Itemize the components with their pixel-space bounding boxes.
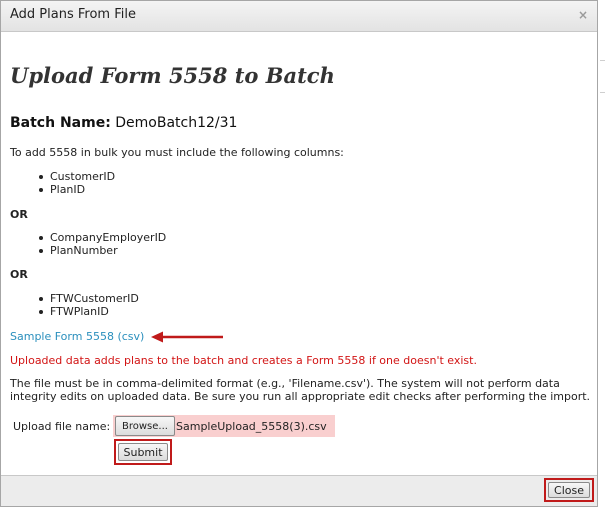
close-icon[interactable]: × xyxy=(578,8,588,22)
selected-file-name: SampleUpload_5558(3).csv xyxy=(176,420,327,433)
warning-text: Uploaded data adds plans to the batch an… xyxy=(10,354,477,367)
submit-highlight-frame: Submit xyxy=(114,439,172,465)
or-separator-1: OR xyxy=(10,208,28,221)
close-button[interactable]: Close xyxy=(548,482,590,498)
dialog-footer: Close xyxy=(1,475,597,506)
batch-name-label: Batch Name: xyxy=(10,115,111,131)
format-note: The file must be in comma-delimited form… xyxy=(10,377,591,403)
column-list-1: CustomerID PlanID xyxy=(39,170,115,196)
page-title: Upload Form 5558 to Batch xyxy=(10,63,335,88)
dialog-titlebar: Add Plans From File × xyxy=(1,1,597,32)
list-item: FTWPlanID xyxy=(39,305,139,318)
dialog-title: Add Plans From File xyxy=(10,7,136,22)
batch-name: Batch Name: DemoBatch12/31 xyxy=(10,115,237,131)
close-highlight-frame: Close xyxy=(544,478,594,502)
add-plans-dialog: Add Plans From File × Upload Form 5558 t… xyxy=(0,0,598,507)
instructions-text: To add 5558 in bulk you must include the… xyxy=(10,146,344,159)
browse-button[interactable]: Browse... xyxy=(115,416,175,436)
or-separator-2: OR xyxy=(10,268,28,281)
list-item: FTWCustomerID xyxy=(39,292,139,305)
sample-form-link[interactable]: Sample Form 5558 (csv) xyxy=(10,330,144,343)
column-list-2: CompanyEmployerID PlanNumber xyxy=(39,231,166,257)
background-page-edge xyxy=(599,0,605,510)
list-item: CustomerID xyxy=(39,170,115,183)
left-arrow-icon xyxy=(151,331,223,343)
list-item: PlanNumber xyxy=(39,244,166,257)
column-list-3: FTWCustomerID FTWPlanID xyxy=(39,292,139,318)
submit-button[interactable]: Submit xyxy=(118,443,168,461)
list-item: CompanyEmployerID xyxy=(39,231,166,244)
batch-name-value: DemoBatch12/31 xyxy=(115,115,238,131)
list-item: PlanID xyxy=(39,183,115,196)
upload-file-label: Upload file name: xyxy=(13,420,111,433)
